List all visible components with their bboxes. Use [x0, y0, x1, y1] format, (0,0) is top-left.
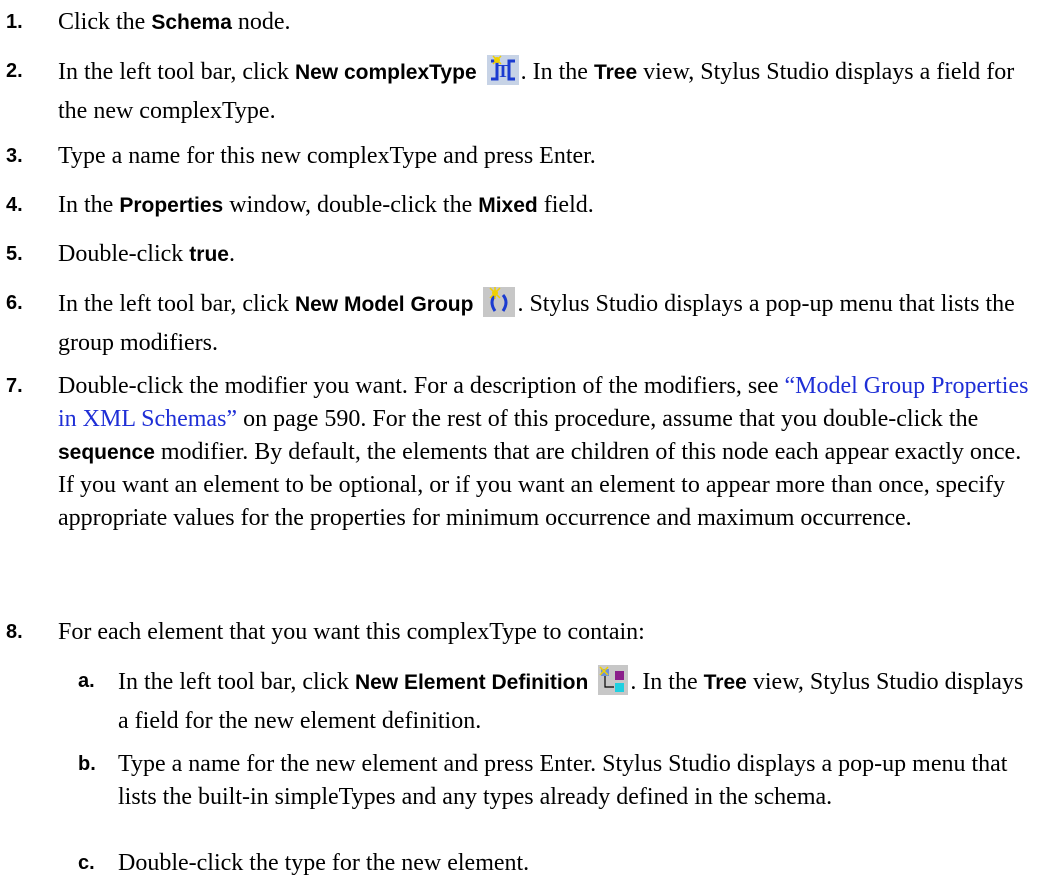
substep-letter: a.	[78, 670, 95, 692]
step-text: In the Properties window, double-click t…	[58, 192, 594, 218]
ui-term-tree: Tree	[703, 671, 747, 694]
step-text: In the left tool bar, click New Model Gr…	[58, 287, 1037, 360]
new-complextype-icon: T	[486, 55, 519, 95]
step-number: 8.	[6, 621, 23, 643]
new-element-definition-icon	[598, 665, 629, 705]
step-text: In the left tool bar, click New complexT…	[58, 55, 1037, 128]
step-text: Type a name for this new complexType and…	[58, 143, 596, 169]
ui-term-new-model-group: New Model Group	[294, 293, 474, 316]
ui-term-mixed: Mixed	[478, 194, 538, 217]
step-text: Click the Schema node.	[58, 9, 291, 35]
ui-term-properties: Properties	[119, 194, 224, 217]
step-number: 6.	[6, 292, 23, 314]
ui-term-sequence: sequence	[58, 441, 155, 464]
substep-letter: b.	[78, 753, 96, 775]
substep-text: In the left tool bar, click New Element …	[118, 665, 1037, 738]
substep-text: Type a name for the new element and pres…	[118, 751, 1008, 810]
step-number: 5.	[6, 243, 23, 265]
substep-text: Double-click the type for the new elemen…	[118, 850, 530, 876]
step-text: For each element that you want this comp…	[58, 619, 645, 645]
step-text: Double-click true.	[58, 241, 235, 267]
new-model-group-icon	[483, 287, 516, 327]
substep-letter: c.	[78, 852, 95, 874]
ui-term-new-complextype: New complexType	[294, 61, 477, 84]
ui-term-tree: Tree	[593, 61, 638, 84]
step-text: Double-click the modifier you want. For …	[58, 373, 1029, 531]
step-number: 3.	[6, 145, 23, 167]
step-number: 7.	[6, 375, 23, 397]
ui-term-new-element-definition: New Element Definition	[354, 671, 589, 694]
step-number: 4.	[6, 194, 23, 216]
svg-text:T: T	[497, 61, 509, 81]
ui-term-schema: Schema	[151, 11, 232, 34]
ui-term-true: true	[189, 243, 229, 266]
step-number: 1.	[6, 11, 23, 33]
step-number: 2.	[6, 60, 23, 82]
